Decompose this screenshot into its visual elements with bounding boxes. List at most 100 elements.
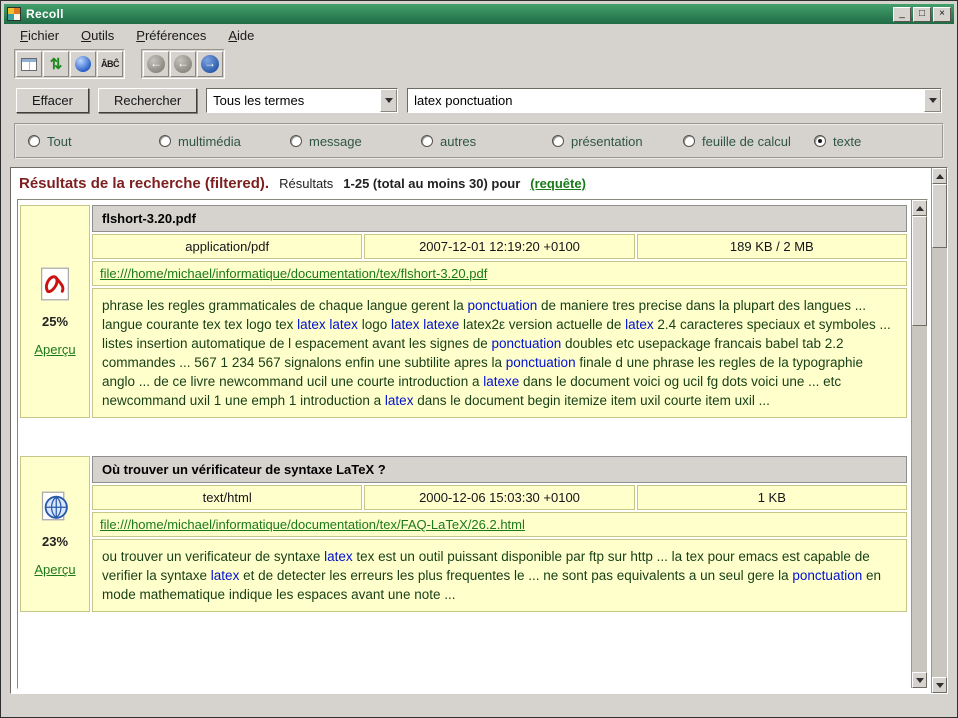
category-filter-frame: Tout multimédia message autres présentat… xyxy=(14,123,944,159)
preview-link[interactable]: Aperçu xyxy=(34,562,75,577)
results-entries: 25% Aperçu flshort-3.20.pdf application/… xyxy=(18,200,911,688)
radio-icon xyxy=(683,135,695,147)
result-size: 1 KB xyxy=(637,485,907,510)
results-count-prefix: Résultats xyxy=(279,176,333,191)
search-input[interactable] xyxy=(408,89,924,112)
query-details-link[interactable]: (requête) xyxy=(530,176,586,191)
prev-page-button[interactable]: ← xyxy=(170,51,196,77)
filter-texte[interactable]: texte xyxy=(814,134,861,149)
result-date: 2000-12-06 15:03:30 +0100 xyxy=(364,485,634,510)
arrow-right-icon: → xyxy=(201,55,219,73)
result-entry: 25% Aperçu flshort-3.20.pdf application/… xyxy=(20,205,907,418)
result-table-icon xyxy=(21,58,37,71)
result-title: flshort-3.20.pdf xyxy=(92,205,907,232)
result-title: Où trouver un vérificateur de syntaxe La… xyxy=(92,456,907,483)
results-area: Résultats de la recherche (filtered). Ré… xyxy=(10,167,948,694)
result-entry-detail: flshort-3.20.pdf application/pdf 2007-12… xyxy=(92,205,907,418)
first-page-button[interactable]: ← xyxy=(143,51,169,77)
status-bar xyxy=(4,694,954,714)
toolbar-group-nav: ← ← → xyxy=(141,49,225,79)
menu-fichier-accel: F xyxy=(20,28,28,43)
filter-presentation[interactable]: présentation xyxy=(552,134,683,149)
term-explorer-icon: ÂBĈ xyxy=(101,59,119,69)
menu-outils[interactable]: Outils xyxy=(71,25,124,46)
search-icon xyxy=(75,56,91,72)
arrow-left-icon: ← xyxy=(147,55,165,73)
result-url-row: file:///home/michael/informatique/docume… xyxy=(92,261,907,286)
filter-label: feuille de calcul xyxy=(702,134,791,149)
relevance-percent: 23% xyxy=(42,534,68,549)
scroll-down-icon xyxy=(936,683,944,688)
clear-button[interactable]: Effacer xyxy=(16,88,89,113)
query-history-dropdown-button[interactable] xyxy=(924,89,941,112)
filter-multimedia[interactable]: multimédia xyxy=(159,134,290,149)
search-mode-select[interactable]: Tous les termes xyxy=(206,88,398,113)
search-button[interactable]: Rechercher xyxy=(98,88,197,113)
chevron-down-icon xyxy=(929,98,937,103)
result-entry-detail: Où trouver un vérificateur de syntaxe La… xyxy=(92,456,907,612)
result-entry: 23% Aperçu Où trouver un vérificateur de… xyxy=(20,456,907,612)
radio-icon xyxy=(552,135,564,147)
menu-outils-accel: O xyxy=(81,28,91,43)
arrow-left-icon: ← xyxy=(174,55,192,73)
result-meta-row: application/pdf 2007-12-01 12:19:20 +010… xyxy=(92,234,907,259)
preview-link[interactable]: Aperçu xyxy=(34,342,75,357)
menu-fichier[interactable]: Fichier xyxy=(10,25,69,46)
search-row: Effacer Rechercher Tous les termes xyxy=(4,81,954,115)
next-page-button[interactable]: → xyxy=(197,51,223,77)
chevron-down-icon xyxy=(385,98,393,103)
menu-preferences[interactable]: Préférences xyxy=(126,25,216,46)
filter-message[interactable]: message xyxy=(290,134,421,149)
scroll-down-button[interactable] xyxy=(932,677,947,693)
search-mode-dropdown-button[interactable] xyxy=(380,89,397,112)
result-url-link[interactable]: file:///home/michael/informatique/docume… xyxy=(100,517,525,532)
app-icon xyxy=(7,7,21,21)
result-snippet: ou trouver un verificateur de syntaxe la… xyxy=(92,539,907,612)
update-index-button[interactable]: ⇅ xyxy=(43,51,69,77)
scroll-down-icon xyxy=(916,678,924,683)
minimize-button[interactable]: _ xyxy=(893,7,911,22)
filter-autres[interactable]: autres xyxy=(421,134,552,149)
scroll-up-button[interactable] xyxy=(932,168,947,184)
search-sphere-button[interactable] xyxy=(70,51,96,77)
filter-label: présentation xyxy=(571,134,643,149)
radio-icon xyxy=(421,135,433,147)
result-mime: application/pdf xyxy=(92,234,362,259)
filter-tout[interactable]: Tout xyxy=(28,134,159,149)
filter-label: autres xyxy=(440,134,476,149)
close-button[interactable]: × xyxy=(933,7,951,22)
results-list-scrollbar xyxy=(911,200,927,688)
radio-icon xyxy=(159,135,171,147)
result-entry-sidebar: 23% Aperçu xyxy=(20,456,90,612)
result-snippet: phrase les regles grammaticales de chaqu… xyxy=(92,288,907,418)
titlebar[interactable]: Recoll _ □ × xyxy=(4,4,954,24)
html-file-icon xyxy=(40,491,70,521)
filter-label: message xyxy=(309,134,362,149)
filter-feuille-de-calcul[interactable]: feuille de calcul xyxy=(683,134,814,149)
menu-aide[interactable]: Aide xyxy=(218,25,264,46)
scroll-down-button[interactable] xyxy=(912,672,927,688)
filter-label: Tout xyxy=(47,134,72,149)
maximize-button[interactable]: □ xyxy=(913,7,931,22)
result-url-row: file:///home/michael/informatique/docume… xyxy=(92,512,907,537)
results-title: Résultats de la recherche (filtered). xyxy=(19,175,269,192)
update-index-icon: ⇅ xyxy=(50,57,63,72)
clear-result-table-button[interactable] xyxy=(16,51,42,77)
radio-icon xyxy=(290,135,302,147)
menu-fichier-rest: ichier xyxy=(28,28,59,43)
scroll-up-button[interactable] xyxy=(912,200,927,216)
menu-aide-accel: A xyxy=(228,28,237,43)
menu-preferences-accel: P xyxy=(136,28,145,43)
pdf-file-icon xyxy=(40,267,70,301)
results-area-scrollbar xyxy=(931,168,947,693)
results-header: Résultats de la recherche (filtered). Ré… xyxy=(17,171,928,199)
scrollbar-thumb[interactable] xyxy=(912,216,927,326)
results-main: Résultats de la recherche (filtered). Ré… xyxy=(11,168,931,693)
scrollbar-track[interactable] xyxy=(912,216,927,672)
scrollbar-thumb[interactable] xyxy=(932,184,947,248)
result-size: 189 KB / 2 MB xyxy=(637,234,907,259)
result-url-link[interactable]: file:///home/michael/informatique/docume… xyxy=(100,266,487,281)
toolbar-group-main: ⇅ ÂBĈ xyxy=(14,49,125,79)
scrollbar-track[interactable] xyxy=(932,184,947,677)
term-explorer-button[interactable]: ÂBĈ xyxy=(97,51,123,77)
